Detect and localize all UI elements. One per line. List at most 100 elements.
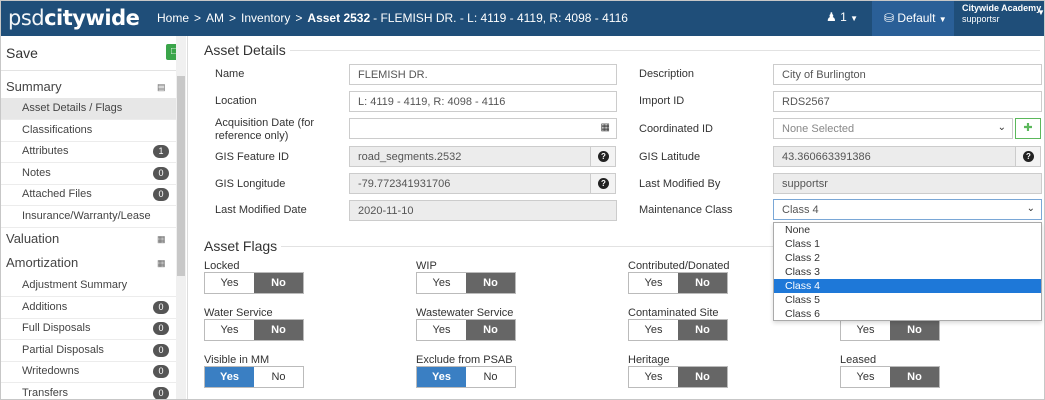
sidebar-section-amortization[interactable]: Amortization ▦ [0,252,176,274]
sidebar-item-adjustment-summary[interactable]: Adjustment Summary [0,275,176,297]
sidebar-item-attributes[interactable]: Attributes 1 [0,141,176,163]
last-modified-date-label: Last Modified Date [215,204,307,216]
chevron-down-icon: ▼ [850,14,859,23]
wastewater-service-toggle: Yes No [416,319,516,341]
yes-option[interactable]: Yes [417,320,466,340]
yes-option[interactable]: Yes [417,273,466,293]
breadcrumb: Home > AM > Inventory > Asset 2532- FLEMISH DR… [157,11,628,25]
last-modified-date-field: 2020-11-10 [349,200,617,221]
notifications-button[interactable]: ♟ 1 ▼ [826,10,858,24]
app-logo[interactable]: psdcitywide [8,6,140,30]
gis-latitude-label: GIS Latitude [639,151,701,163]
sidebar-item-insurance[interactable]: Insurance/Warranty/Lease [0,206,176,228]
workspace-dropdown[interactable]: ⛁ Default ▼ [872,0,954,36]
sidebar-item-notes[interactable]: Notes 0 [0,163,176,185]
description-label: Description [639,68,695,80]
option-class-2[interactable]: Class 2 [774,251,1041,265]
yes-option[interactable]: Yes [205,320,254,340]
no-option[interactable]: No [466,273,515,293]
section-label: Valuation [6,231,60,246]
no-option[interactable]: No [678,273,727,293]
no-option[interactable]: No [466,367,515,387]
asset-flags-title: Asset Flags [204,238,278,254]
last-modified-by-label: Last Modified By [639,178,721,190]
section-divider [290,50,1040,51]
yes-option[interactable]: Yes [417,367,466,387]
crumb-inventory[interactable]: Inventory [241,11,290,25]
gis-feature-help-button[interactable]: ? [590,146,616,167]
option-class-5[interactable]: Class 5 [774,293,1041,307]
yes-option[interactable]: Yes [841,367,890,387]
gis-longitude-help-button[interactable]: ? [590,173,616,194]
maintenance-class-label: Maintenance Class [639,204,733,216]
coordinated-id-select[interactable]: None Selected ⌄ [773,118,1013,139]
no-option[interactable]: No [678,367,727,387]
wip-toggle: Yes No [416,272,516,294]
yes-option[interactable]: Yes [841,320,890,340]
yes-option[interactable]: Yes [205,273,254,293]
sidebar-section-summary[interactable]: Summary ▤ [0,76,176,98]
no-option[interactable]: No [254,320,303,340]
no-option[interactable]: No [254,273,303,293]
gis-latitude-help-button[interactable]: ? [1015,146,1041,167]
org-name: Citywide Academy [962,3,1042,13]
scrollbar-thumb[interactable] [177,76,185,276]
no-option[interactable]: No [890,367,939,387]
gis-feature-field: road_segments.2532 [349,146,591,167]
sidebar-item-asset-details[interactable]: Asset Details / Flags [0,98,176,120]
sidebar: Save □ Summary ▤ Asset Details / Flags C… [0,36,188,400]
no-option[interactable]: No [678,320,727,340]
add-coordinated-id-button[interactable]: ✚ [1015,118,1041,139]
option-class-4[interactable]: Class 4 [774,279,1041,293]
crumb-current-asset: Asset 2532 [307,11,371,25]
maintenance-class-select[interactable]: Class 4 ⌄ [773,199,1042,220]
location-field[interactable]: L: 4119 - 4119, R: 4098 - 4116 [349,91,617,112]
save-button[interactable]: Save □ [0,36,182,71]
crumb-am[interactable]: AM [206,11,224,25]
leased-toggle: Yes No [840,366,940,388]
sidebar-section-valuation[interactable]: Valuation ▦ [0,228,176,250]
yes-option[interactable]: Yes [205,367,254,387]
section-label: Summary [6,79,62,94]
flag-label-wip: WIP [416,260,437,272]
no-option[interactable]: No [466,320,515,340]
chart-icon: ▦ [157,258,166,268]
option-none[interactable]: None [774,223,1041,237]
option-class-3[interactable]: Class 3 [774,265,1041,279]
add-file-icon: ✚ [1023,122,1033,134]
sidebar-item-partial-disposals[interactable]: Partial Disposals 0 [0,340,176,362]
acquisition-date-field[interactable]: ▦ [349,118,617,139]
sidebar-scrollbar[interactable] [176,36,186,400]
description-field[interactable]: City of Burlington [773,64,1042,85]
sidebar-item-label: Full Disposals [22,322,91,334]
no-option[interactable]: No [254,367,303,387]
import-id-field[interactable]: RDS2567 [773,91,1042,112]
sidebar-item-writedowns[interactable]: Writedowns 0 [0,361,176,383]
sidebar-item-full-disposals[interactable]: Full Disposals 0 [0,318,176,340]
yes-option[interactable]: Yes [629,320,678,340]
sidebar-item-additions[interactable]: Additions 0 [0,297,176,319]
flag-label-visible-in-mm: Visible in MM [204,354,270,366]
logo-text-light: psd [8,6,45,30]
count-badge: 0 [153,344,169,357]
sidebar-item-label: Partial Disposals [22,344,104,356]
label-line: reference only) [215,130,289,142]
yes-option[interactable]: Yes [629,367,678,387]
crumb-home[interactable]: Home [157,11,189,25]
option-class-6[interactable]: Class 6 [774,307,1041,321]
option-class-1[interactable]: Class 1 [774,237,1041,251]
calendar-icon[interactable]: ▦ [601,122,610,133]
sidebar-item-transfers[interactable]: Transfers 0 [0,383,176,400]
account-menu[interactable]: Citywide Academy supportsr ▼ [962,3,1045,25]
contaminated-site-toggle: Yes No [628,319,728,341]
sidebar-item-classifications[interactable]: Classifications [0,120,176,142]
coordinated-id-label: Coordinated ID [639,123,713,135]
count-badge: 0 [153,188,169,201]
sidebar-item-label: Classifications [22,124,93,136]
sidebar-item-attached-files[interactable]: Attached Files 0 [0,184,176,206]
no-option[interactable]: No [890,320,939,340]
workspace-label: Default [897,11,936,25]
name-field[interactable]: FLEMISH DR. [349,64,617,85]
crumb-separator: > [229,11,237,25]
yes-option[interactable]: Yes [629,273,678,293]
